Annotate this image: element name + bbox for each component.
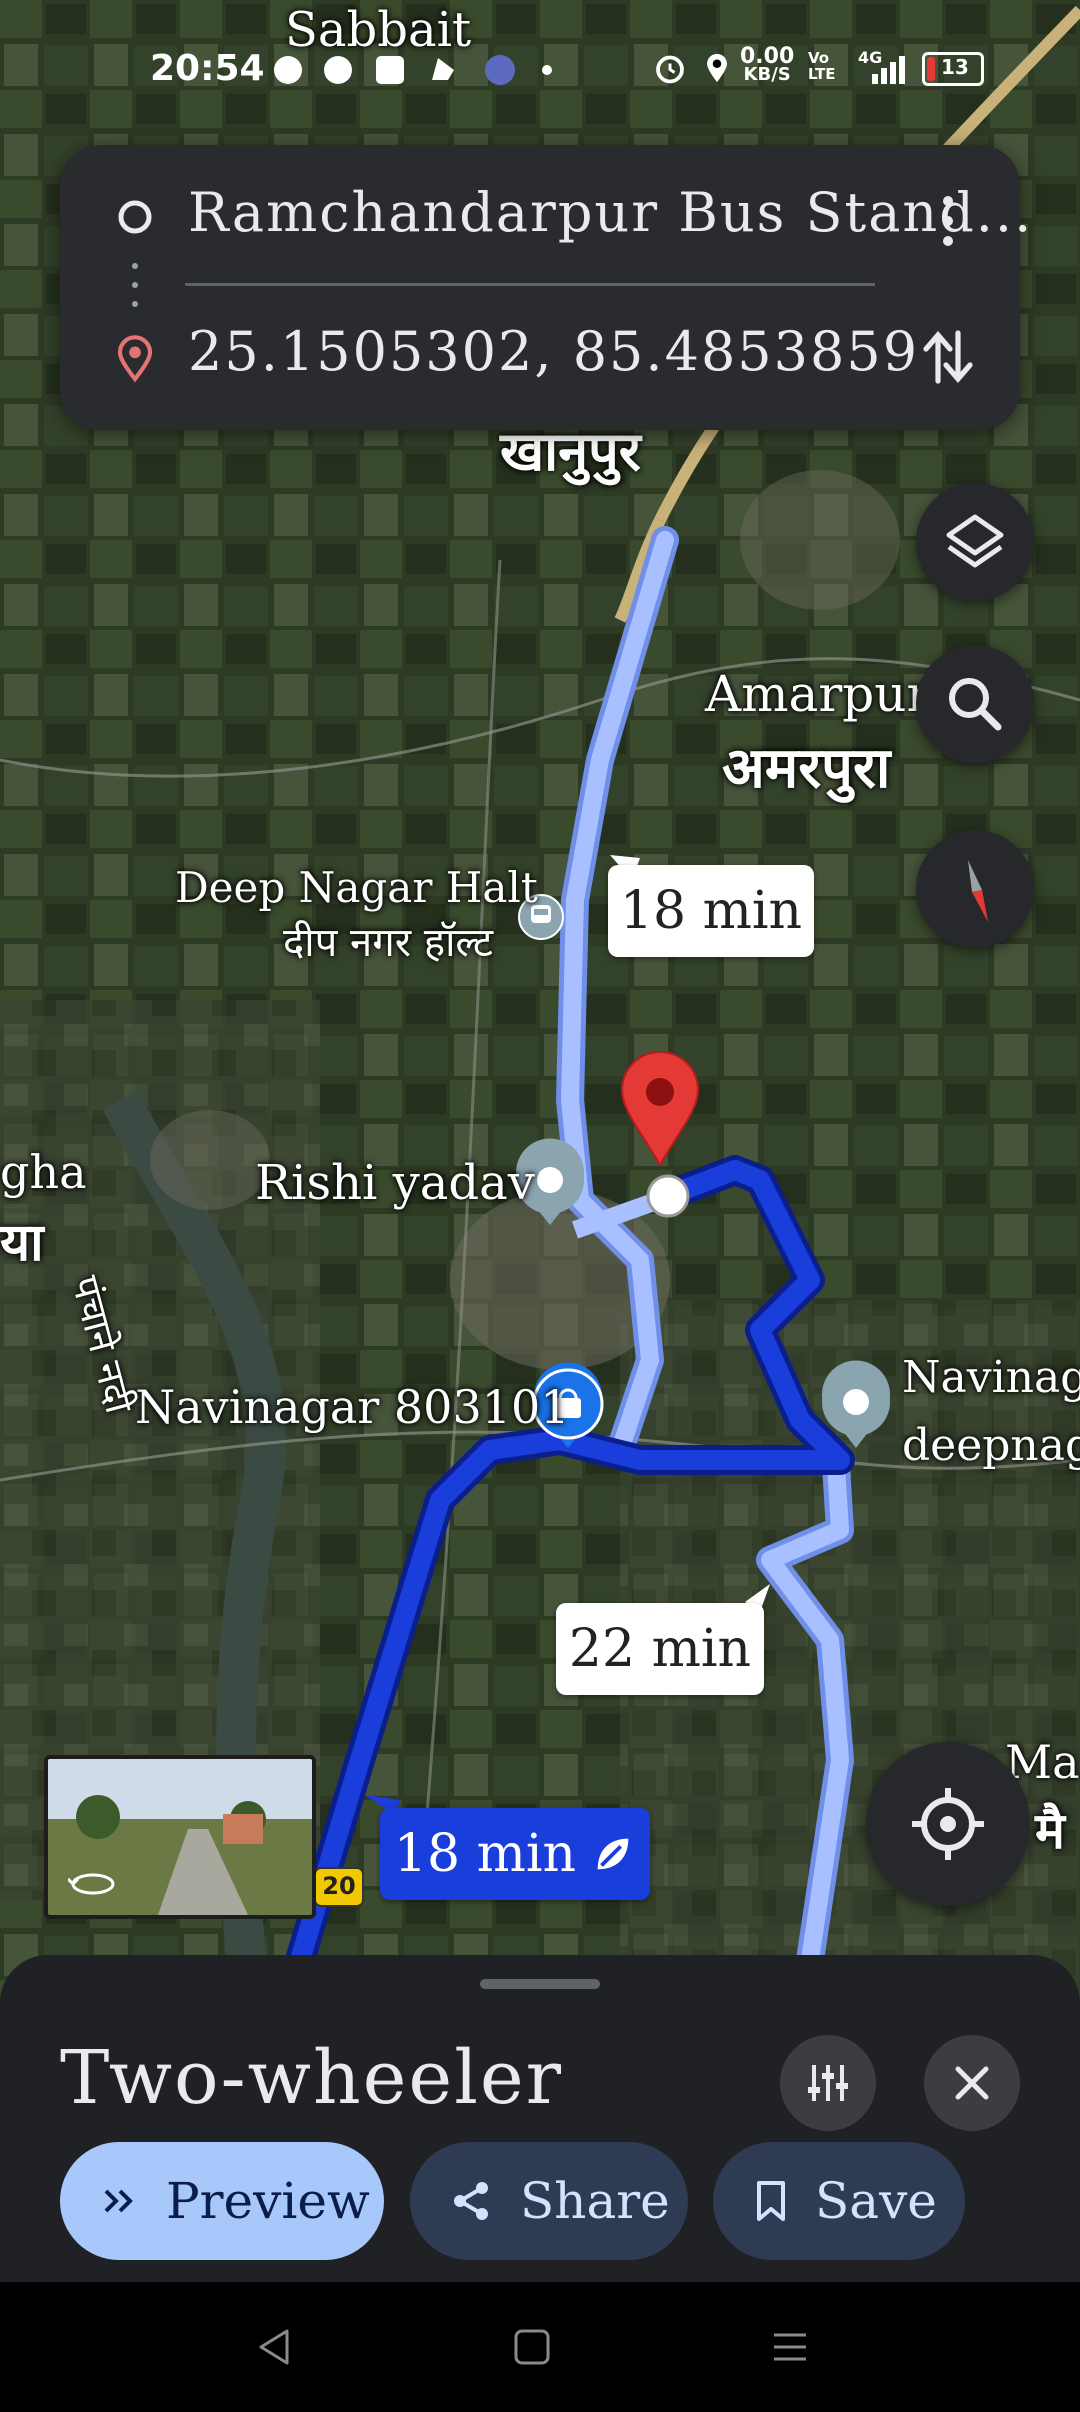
sheet-drag-handle[interactable] <box>480 1979 600 1989</box>
origin-field[interactable]: Ramchandarpur Bus Stand... <box>188 181 1033 244</box>
route-chip-alt1[interactable]: 18 min <box>608 865 814 957</box>
share-label: Share <box>520 2172 670 2230</box>
road-shield-label: 20 <box>322 1872 356 1900</box>
route-chip-selected-label: 18 min <box>393 1824 577 1884</box>
location-icon <box>707 53 727 83</box>
connector-dots-icon <box>132 263 138 307</box>
place-label-navinagar-right2: deepnaga <box>902 1420 1080 1471</box>
place-label-ma-hi: मै <box>1035 1801 1065 1860</box>
search-button[interactable] <box>916 645 1034 763</box>
signal-icon <box>872 56 905 84</box>
share-icon <box>454 2182 488 2220</box>
place-label-rishi: Rishi yadav <box>255 1155 535 1211</box>
volte-label: Vo LTE <box>808 49 836 83</box>
place-label-deepnagar-hi: दीप नगर हॉल्ट <box>283 920 494 966</box>
swap-icon[interactable] <box>920 325 976 389</box>
save-button[interactable]: Save <box>713 2142 965 2260</box>
street-view-thumbnail[interactable] <box>44 1755 316 1919</box>
preview-label: Preview <box>166 2172 370 2230</box>
compass-icon <box>968 860 988 922</box>
search-icon <box>949 678 1002 731</box>
preview-button[interactable]: Preview <box>60 2142 384 2260</box>
origin-circle-icon <box>118 200 152 234</box>
tune-icon <box>808 2065 848 2101</box>
battery-indicator: 13 <box>922 52 984 86</box>
fields-divider <box>185 283 875 286</box>
route-options-button[interactable] <box>780 2035 876 2131</box>
my-location-button[interactable] <box>866 1742 1030 1906</box>
status-bar: 20:54 0.00 KB/S Vo LTE 4G 13 <box>0 30 1080 110</box>
compass-button[interactable] <box>916 830 1034 948</box>
back-icon[interactable] <box>253 2325 297 2369</box>
double-chevron-icon <box>104 2189 133 2213</box>
place-label-navinagar: Navinagar 803101 <box>135 1380 570 1434</box>
net-speed: 0.00 KB/S <box>740 44 795 85</box>
close-button[interactable] <box>924 2035 1020 2131</box>
system-nav-bar <box>0 2282 1080 2412</box>
close-icon <box>955 2066 989 2100</box>
travel-mode-title: Two-wheeler <box>60 2035 564 2121</box>
more-options-icon[interactable] <box>936 193 960 249</box>
status-time: 20:54 <box>150 48 265 89</box>
rotate-360-icon <box>68 1873 115 1895</box>
route-bottom-sheet: Two-wheeler Preview Share Save <box>0 1955 1080 2282</box>
layers-button[interactable] <box>916 483 1034 601</box>
place-label-deepnagar-en: Deep Nagar Halt <box>175 863 538 912</box>
route-end-dot <box>646 1174 690 1218</box>
recents-icon[interactable] <box>770 2327 810 2367</box>
directions-card: Ramchandarpur Bus Stand... 25.1505302, 8… <box>60 145 1031 430</box>
alarm-icon <box>656 55 684 84</box>
notification-icons <box>274 55 552 85</box>
destination-pin-small-icon <box>117 335 153 383</box>
route-chip-selected[interactable]: 18 min <box>380 1808 650 1900</box>
place-label-amarpura-hi: अमरपुरा <box>722 735 891 801</box>
place-label-left-ya: या <box>0 1212 44 1273</box>
save-label: Save <box>815 2172 937 2230</box>
eco-leaf-icon <box>597 1838 629 1870</box>
share-button[interactable]: Share <box>410 2142 688 2260</box>
my-location-icon <box>912 1788 984 1860</box>
destination-field[interactable]: 25.1505302, 85.4853859 <box>188 320 919 383</box>
place-label-left-gha: gha <box>0 1145 87 1199</box>
home-icon[interactable] <box>512 2327 552 2367</box>
layers-icon <box>946 514 1004 568</box>
place-label-navinagar-right1: Navinaga <box>902 1352 1080 1403</box>
bookmark-icon <box>757 2181 785 2221</box>
route-chip-alt2[interactable]: 22 min <box>556 1603 764 1695</box>
